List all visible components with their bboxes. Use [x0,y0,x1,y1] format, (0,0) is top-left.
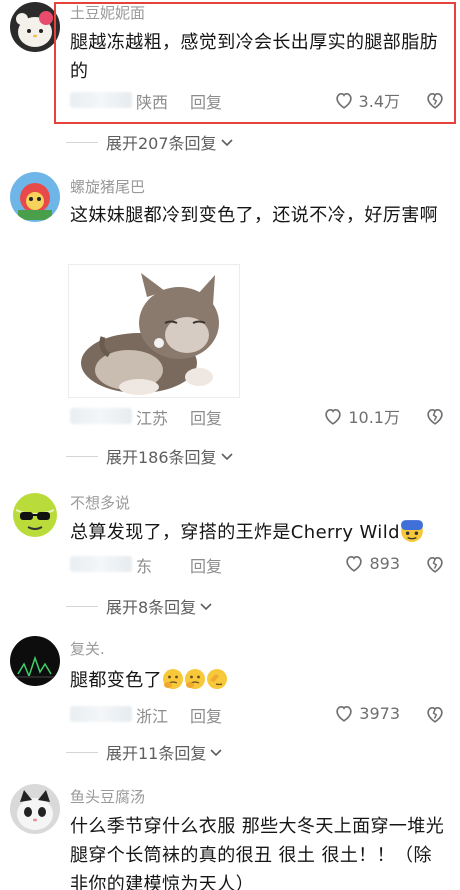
blurred-ip [70,408,132,424]
comment-item[interactable]: 鱼头豆腐汤 什么季节穿什么衣服 那些大冬天上面穿一堆光腿穿个长筒袜的真的很丑 很… [0,782,460,890]
facepalm-emoji-icon [207,669,227,689]
divider [66,455,98,457]
expand-replies-button[interactable]: 展开186条回复 [66,444,234,468]
emoji-icon [401,520,423,542]
divider [66,751,98,753]
like-button[interactable]: 3973 [333,702,400,724]
avatar[interactable] [10,2,60,52]
heart-outline-icon [346,556,363,572]
like-count: 893 [369,553,400,573]
comment-text: 什么季节穿什么衣服 那些大冬天上面穿一堆光腿穿个长筒袜的真的很丑 很土 很土！！… [70,816,445,890]
location-label: 东 [136,557,153,576]
like-button[interactable]: 893 [343,552,400,574]
expand-replies-button[interactable]: 展开11条回复 [66,740,223,764]
comment-text-content: 总算发现了，穿搭的王炸是Cherry Wild [70,522,400,543]
username[interactable]: 复关. [70,638,105,659]
avatar[interactable] [10,172,60,222]
username[interactable]: 螺旋猪尾巴 [70,176,145,197]
like-button[interactable]: 10.1万 [322,404,400,428]
location-label: 江苏 [136,409,169,428]
blurred-ip [70,556,132,572]
divider [66,605,98,607]
comment-meta: 东 回复 893 [70,552,446,576]
comment-text-content: 腿都变色了 [70,670,162,691]
username[interactable]: 不想多说 [70,492,130,513]
chevron-down-icon [220,139,233,147]
chevron-down-icon [200,603,212,611]
chevron-down-icon [210,749,222,757]
expand-replies-button[interactable]: 展开8条回复 [66,594,213,618]
chevron-down-icon [220,453,233,461]
expand-replies-label: 展开11条回复 [106,744,207,763]
reply-button[interactable]: 回复 [190,553,222,577]
expand-replies-button[interactable]: 展开207条回复 [66,130,234,154]
comment-text: 总算发现了，穿搭的王炸是Cherry Wild [70,518,450,547]
reply-button[interactable]: 回复 [190,703,222,727]
avatar[interactable] [10,784,60,834]
comment-meta: 江苏 回复 10.1万 [70,404,446,428]
expand-replies-label: 展开186条回复 [106,448,217,467]
username[interactable]: 鱼头豆腐汤 [70,786,145,807]
cat-sticker-image[interactable] [68,264,240,398]
thinking-emoji-icon [163,669,183,689]
comment-meta: 浙江 回复 3973 [70,702,446,726]
comment-text: 腿都变色了 [70,666,450,695]
comment-item[interactable]: 不想多说 总算发现了，穿搭的王炸是Cherry Wild 东 回复 893 展开… [0,488,460,618]
broken-heart-icon[interactable] [424,703,446,725]
like-count: 3973 [359,703,400,723]
comment-item[interactable]: 复关. 腿都变色了 浙江 回复 3973 展开11条回复 [0,634,460,764]
broken-heart-icon[interactable] [424,553,446,575]
heart-outline-icon [336,706,352,722]
blurred-ip [70,706,132,722]
broken-heart-icon[interactable] [424,405,446,427]
heart-outline-icon [325,409,342,425]
reply-button[interactable]: 回复 [190,405,222,429]
expand-replies-label: 展开207条回复 [106,134,217,153]
comment-text: 这妹妹腿都冷到变色了，还说不冷，好厉害啊 [70,205,438,226]
expand-replies-label: 展开8条回复 [106,598,197,617]
divider [66,141,98,143]
avatar[interactable] [10,490,60,540]
like-count: 10.1万 [348,408,400,427]
avatar[interactable] [10,636,60,686]
location-label: 浙江 [136,707,169,726]
thinking-emoji-icon [185,669,205,689]
highlight-box [54,2,456,124]
